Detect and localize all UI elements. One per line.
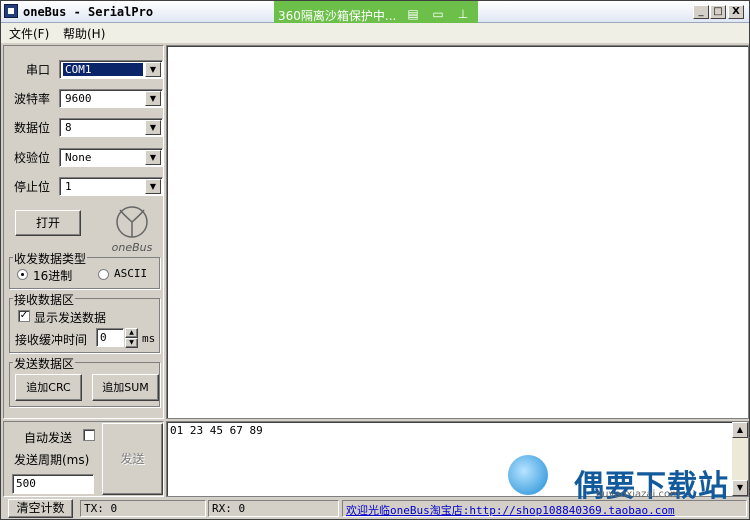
spin-up-icon[interactable]: ▲ [125, 328, 138, 338]
stop-bits-value: 1 [65, 180, 72, 193]
port-value: COM1 [63, 63, 143, 76]
send-text: 01 23 45 67 89 [170, 424, 263, 437]
show-send-checkbox[interactable]: ✓ [18, 310, 30, 322]
add-sum-button[interactable]: 追加SUM [92, 374, 159, 401]
menu-help[interactable]: 帮助(H) [63, 25, 105, 42]
baud-label: 波特率 [14, 92, 51, 106]
parity-select[interactable]: None ▼ [59, 148, 163, 167]
window-title: oneBus - SerialPro [23, 5, 154, 19]
menu-file[interactable]: 文件(F) [9, 25, 49, 42]
sandbox-tray-icon[interactable]: ▤ [404, 6, 422, 22]
onebus-logo-icon: oneBus [112, 206, 153, 254]
settings-panel: 串口 COM1 ▼ 波特率 9600 ▼ 数据位 8 ▼ 校验位 None ▼ … [3, 45, 164, 419]
auto-send-checkbox[interactable] [83, 429, 95, 441]
rx-counter: RX: 0 [208, 500, 339, 517]
stop-bits-select[interactable]: 1 ▼ [59, 177, 163, 196]
chevron-down-icon[interactable]: ▼ [145, 91, 161, 106]
stop-bits-label: 停止位 [14, 180, 51, 194]
maximize-button[interactable]: □ [710, 5, 726, 19]
hex-radio-label: 16进制 [33, 269, 73, 283]
baud-value: 9600 [65, 92, 92, 105]
close-button[interactable]: X [728, 5, 744, 19]
show-send-label: 显示发送数据 [34, 311, 107, 325]
ascii-radio-label: ASCII [114, 267, 148, 280]
menu-bar: 文件(F) 帮助(H) [1, 23, 749, 43]
chevron-down-icon[interactable]: ▼ [145, 179, 161, 194]
send-group: 发送数据区 追加CRC 追加SUM [9, 355, 160, 407]
chevron-down-icon[interactable]: ▼ [145, 62, 161, 77]
send-period-input[interactable]: 500 [12, 474, 94, 494]
buffer-time-label: 接收缓冲时间 [15, 333, 88, 347]
onebus-logo-text: oneBus [112, 241, 153, 254]
add-crc-button[interactable]: 追加CRC [15, 374, 82, 401]
receive-group: 接收数据区 ✓ 显示发送数据 接收缓冲时间 0 ▲ ▼ ms [9, 291, 160, 353]
send-button[interactable]: 发送 [102, 423, 163, 495]
port-label: 串口 [26, 63, 51, 77]
data-bits-select[interactable]: 8 ▼ [59, 118, 163, 137]
app-icon [4, 4, 18, 18]
buffer-time-input[interactable]: 0 [96, 328, 124, 347]
folder-icon[interactable]: ▭ [429, 6, 447, 22]
chevron-down-icon[interactable]: ▼ [145, 120, 161, 135]
auto-send-panel: 自动发送 发送周期(ms) 500 发送 [3, 421, 164, 497]
parity-value: None [65, 151, 92, 164]
minimize-button[interactable]: _ [693, 5, 709, 19]
data-type-legend: 收发数据类型 [13, 250, 88, 267]
watermark-url: ouyaoxiazai.com [596, 489, 680, 500]
send-legend: 发送数据区 [13, 355, 76, 372]
buffer-unit: ms [142, 332, 156, 345]
ascii-radio[interactable] [98, 269, 109, 280]
data-type-group: 收发数据类型 16进制 ASCII [9, 250, 160, 289]
main-window: oneBus - SerialPro _ □ X 360隔离沙箱保护中... ▤… [0, 0, 750, 520]
watermark-logo-icon [508, 455, 548, 495]
pin-icon[interactable]: ⊥ [454, 6, 472, 22]
data-bits-value: 8 [65, 121, 72, 134]
auto-send-label: 自动发送 [24, 431, 73, 445]
parity-label: 校验位 [14, 151, 51, 165]
receive-legend: 接收数据区 [13, 291, 76, 308]
watermark: 偶要下载站 ouyaoxiazai.com [504, 451, 749, 504]
scroll-up-icon[interactable]: ▲ [732, 422, 748, 438]
baud-select[interactable]: 9600 ▼ [59, 89, 163, 108]
clear-count-button[interactable]: 清空计数 [8, 499, 73, 518]
open-port-button[interactable]: 打开 [15, 210, 81, 236]
data-bits-label: 数据位 [14, 121, 51, 135]
hex-radio[interactable] [17, 269, 28, 280]
spin-down-icon[interactable]: ▼ [125, 338, 138, 348]
tx-counter: TX: 0 [80, 500, 206, 517]
chevron-down-icon[interactable]: ▼ [145, 150, 161, 165]
sandbox-text: 360隔离沙箱保护中... [278, 9, 397, 23]
receive-textarea[interactable] [166, 45, 749, 419]
port-select[interactable]: COM1 ▼ [59, 60, 163, 79]
send-period-label: 发送周期(ms) [14, 453, 90, 467]
